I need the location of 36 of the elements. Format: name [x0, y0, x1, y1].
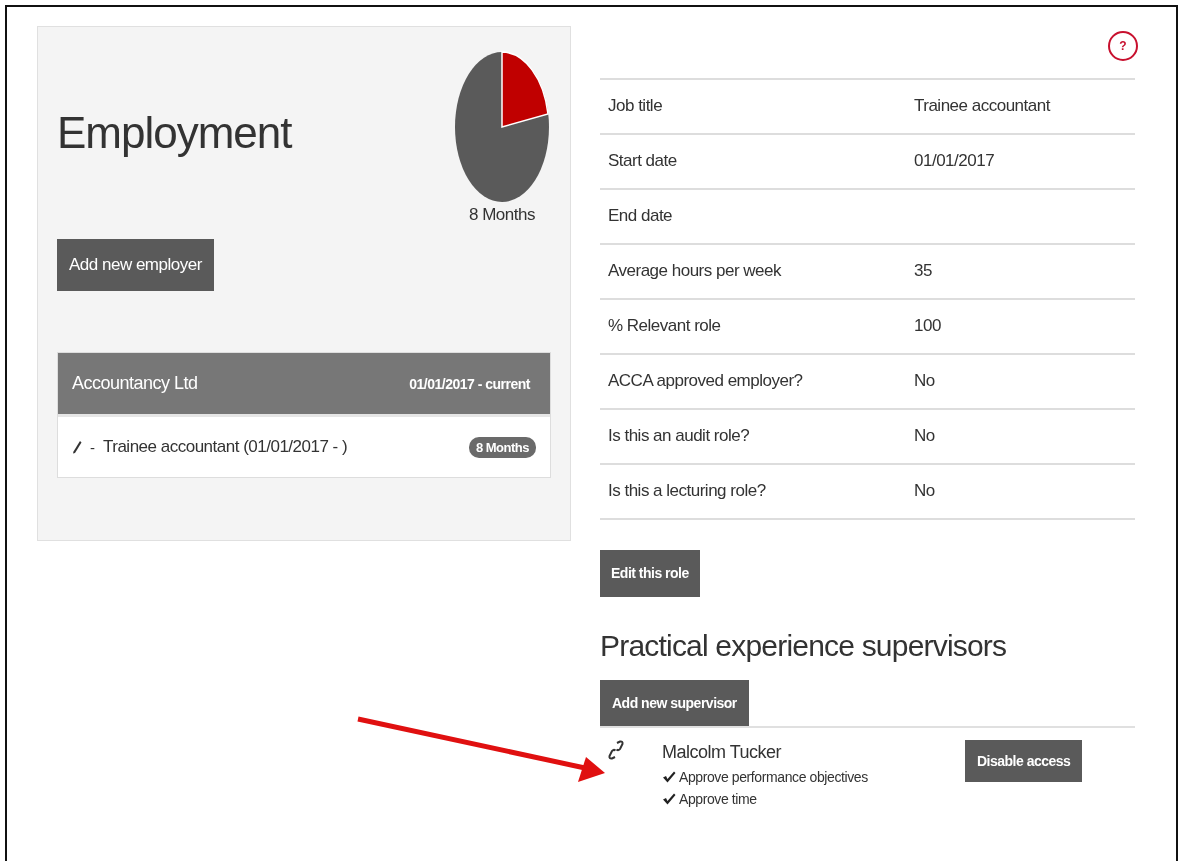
detail-value: 35 — [914, 261, 933, 282]
chart-label: 8 Months — [469, 205, 535, 225]
edit-role-button[interactable]: Edit this role — [600, 549, 700, 597]
employment-period: 01/01/2017 - current — [409, 375, 530, 392]
role-row[interactable]: - Trainee accountant (01/01/2017 - ) 8 Months — [58, 414, 550, 477]
help-button[interactable]: ? — [1108, 31, 1138, 61]
duration-badge: 8 Months — [468, 436, 536, 458]
detail-label: Is this an audit role? — [608, 426, 751, 447]
section-heading: Practical experience supervisors — [600, 628, 1008, 663]
add-supervisor-button[interactable]: Add new supervisor — [600, 679, 749, 727]
permission-label: Approve time — [679, 791, 757, 808]
permission-label: Approve performance objectives — [679, 769, 868, 786]
supervisor-name: Malcolm Tucker — [662, 742, 783, 764]
detail-label: ACCA approved employer? — [608, 371, 804, 392]
detail-label: End date — [608, 206, 674, 227]
link-icon — [608, 740, 624, 761]
detail-label: Is this a lecturing role? — [608, 481, 767, 502]
detail-label: Start date — [608, 151, 678, 172]
detail-value: 01/01/2017 — [914, 151, 996, 172]
detail-value: Trainee accountant — [914, 96, 1052, 117]
detail-value: No — [914, 371, 936, 392]
pencil-icon[interactable] — [72, 440, 82, 454]
pie-chart-icon — [453, 51, 551, 203]
detail-value: 100 — [914, 316, 942, 337]
detail-label: % Relevant role — [608, 316, 722, 337]
page-title: Employment — [57, 111, 292, 159]
detail-value: No — [914, 481, 936, 502]
detail-label: Average hours per week — [608, 261, 783, 282]
separator: - — [90, 438, 95, 456]
role-title: Trainee accountant (01/01/2017 - ) — [103, 437, 349, 457]
employer-header[interactable]: Accountancy Ltd 01/01/2017 - current — [58, 353, 550, 414]
detail-value: No — [914, 426, 936, 447]
add-employer-button[interactable]: Add new employer — [57, 239, 214, 291]
disable-access-button[interactable]: Disable access — [965, 740, 1083, 783]
detail-label: Job title — [608, 96, 664, 117]
employer-name: Accountancy Ltd — [72, 373, 198, 394]
